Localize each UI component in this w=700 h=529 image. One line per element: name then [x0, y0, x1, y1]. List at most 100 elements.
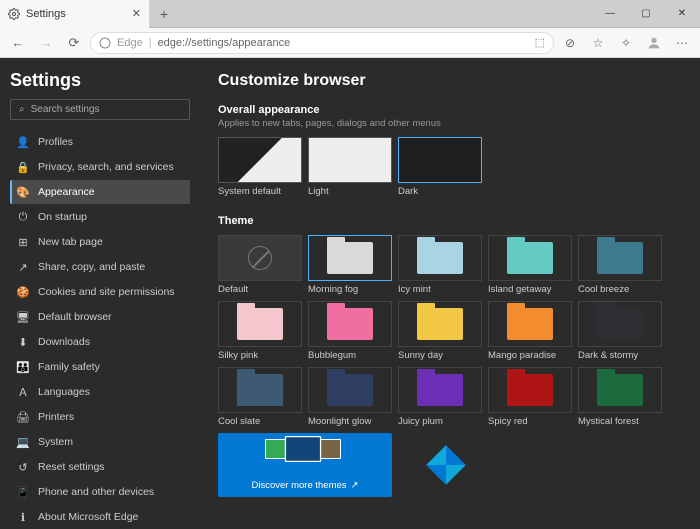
menu-icon: Ａ [16, 385, 30, 399]
logo-tile[interactable] [418, 437, 474, 493]
discover-themes-button[interactable]: Discover more themes ↗ [218, 433, 392, 497]
minimize-button[interactable]: — [592, 0, 628, 28]
address-field[interactable]: Edge | edge://settings/appearance ⬚ [90, 32, 554, 54]
menu-icon: ⏻ [16, 210, 30, 224]
overall-subtitle: Applies to new tabs, pages, dialogs and … [218, 118, 682, 129]
sidebar-item-label: Languages [38, 386, 90, 398]
sidebar-heading: Settings [10, 70, 190, 91]
theme-label: Mystical forest [578, 416, 662, 427]
close-window-button[interactable]: ✕ [664, 0, 700, 28]
search-settings-input[interactable]: ⌕ Search settings [10, 99, 190, 120]
theme-label: Cool slate [218, 416, 302, 427]
theme-label: Sunny day [398, 350, 482, 361]
settings-icon [8, 8, 20, 20]
theme-island-getaway[interactable]: Island getaway [488, 235, 572, 295]
sidebar-item-cookies-and-site-permissions[interactable]: 🍪Cookies and site permissions [10, 280, 190, 304]
sidebar-item-printers[interactable]: 🖨 Printers [10, 405, 190, 429]
sidebar-item-appearance[interactable]: 🎨Appearance [10, 180, 190, 204]
theme-morning-fog[interactable]: Morning fog [308, 235, 392, 295]
menu-icon: 🎨 [16, 185, 30, 199]
sidebar-item-label: Printers [38, 411, 74, 423]
sidebar-item-label: Family safety [38, 361, 100, 373]
sidebar-item-languages[interactable]: Ａ Languages [10, 380, 190, 404]
theme-title: Theme [218, 215, 682, 227]
sidebar-item-family-safety[interactable]: 👪 Family safety [10, 355, 190, 379]
sidebar-item-label: Default browser [38, 311, 112, 323]
menu-icon: 🖥 [16, 310, 30, 324]
reload-button[interactable]: ⟳ [62, 31, 86, 55]
sidebar-item-label: Cookies and site permissions [38, 286, 175, 298]
theme-moonlight-glow[interactable]: Moonlight glow [308, 367, 392, 427]
sidebar-item-downloads[interactable]: ⬇Downloads [10, 330, 190, 354]
browser-tab[interactable]: Settings ✕ [0, 0, 150, 28]
theme-label: Spicy red [488, 416, 572, 427]
sidebar-item-label: Privacy, search, and services [38, 161, 174, 173]
overall-title: Overall appearance [218, 104, 682, 116]
theme-cool-breeze[interactable]: Cool breeze [578, 235, 662, 295]
menu-icon: 🖨 [16, 410, 30, 424]
forward-button[interactable]: → [34, 31, 58, 55]
theme-default[interactable]: Default [218, 235, 302, 295]
discover-label: Discover more themes [252, 480, 347, 491]
sidebar-item-new-tab-page[interactable]: ⊞ New tab page [10, 230, 190, 254]
theme-icy-mint[interactable]: Icy mint [398, 235, 482, 295]
theme-mystical-forest[interactable]: Mystical forest [578, 367, 662, 427]
external-link-icon: ↗ [351, 480, 359, 491]
appearance-option-light[interactable]: Light [308, 137, 392, 197]
sidebar-item-privacy-search-and-services[interactable]: 🔒Privacy, search, and services [10, 155, 190, 179]
sidebar-item-label: New tab page [38, 236, 103, 248]
url-label: Edge [117, 37, 143, 49]
collections-icon[interactable]: ✧ [614, 31, 638, 55]
theme-cool-slate[interactable]: Cool slate [218, 367, 302, 427]
sidebar-item-system[interactable]: 💻System [10, 430, 190, 454]
tab-title: Settings [26, 8, 126, 20]
theme-spicy-red[interactable]: Spicy red [488, 367, 572, 427]
sidebar-item-label: Phone and other devices [38, 486, 154, 498]
profile-icon[interactable] [642, 31, 666, 55]
page-title: Customize browser [218, 72, 682, 90]
edge-icon [99, 37, 111, 49]
favorite-icon[interactable]: ☆ [586, 31, 610, 55]
menu-icon: ⬇ [16, 335, 30, 349]
sidebar-item-phone-and-other-devices[interactable]: 📱 Phone and other devices [10, 480, 190, 504]
sidebar-item-reset-settings[interactable]: ↺Reset settings [10, 455, 190, 479]
theme-label: Mango paradise [488, 350, 572, 361]
theme-bubblegum[interactable]: Bubblegum [308, 301, 392, 361]
sidebar-item-default-browser[interactable]: 🖥 Default browser [10, 305, 190, 329]
reader-icon[interactable]: ⬚ [535, 36, 545, 49]
theme-sunny-day[interactable]: Sunny day [398, 301, 482, 361]
menu-icon[interactable]: ⋯ [670, 31, 694, 55]
menu-icon: ⊞ [16, 235, 30, 249]
maximize-button[interactable]: ▢ [628, 0, 664, 28]
theme-dark-stormy[interactable]: Dark & stormy [578, 301, 662, 361]
sidebar-item-label: Profiles [38, 136, 73, 148]
menu-icon: 📱 [16, 485, 30, 499]
theme-silky-pink[interactable]: Silky pink [218, 301, 302, 361]
url-text: edge://settings/appearance [158, 37, 291, 49]
appearance-option-system-default[interactable]: System default [218, 137, 302, 197]
sync-icon[interactable]: ⊘ [558, 31, 582, 55]
new-tab-button[interactable]: + [150, 6, 178, 22]
theme-mango-paradise[interactable]: Mango paradise [488, 301, 572, 361]
theme-label: Default [218, 284, 302, 295]
sidebar-item-share-copy-and-paste[interactable]: ↗ Share, copy, and paste [10, 255, 190, 279]
menu-icon: ↗ [16, 260, 30, 274]
sidebar-item-label: About Microsoft Edge [38, 511, 138, 523]
sidebar-item-about-microsoft-edge[interactable]: ℹ About Microsoft Edge [10, 505, 190, 529]
sidebar-item-label: Share, copy, and paste [38, 261, 145, 273]
menu-icon: ↺ [16, 460, 30, 474]
theme-label: Bubblegum [308, 350, 392, 361]
menu-icon: 👪 [16, 360, 30, 374]
appearance-option-dark[interactable]: Dark [398, 137, 482, 197]
back-button[interactable]: ← [6, 31, 30, 55]
theme-label: Icy mint [398, 284, 482, 295]
appearance-label: System default [218, 186, 302, 197]
main-panel: Customize browser Overall appearance App… [200, 58, 700, 510]
sidebar-item-profiles[interactable]: 👤Profiles [10, 130, 190, 154]
theme-juicy-plum[interactable]: Juicy plum [398, 367, 482, 427]
menu-icon: ℹ [16, 510, 30, 524]
theme-label: Cool breeze [578, 284, 662, 295]
sidebar-item-label: System [38, 436, 73, 448]
close-tab-icon[interactable]: ✕ [132, 7, 141, 20]
sidebar-item-on-startup[interactable]: ⏻On startup [10, 205, 190, 229]
